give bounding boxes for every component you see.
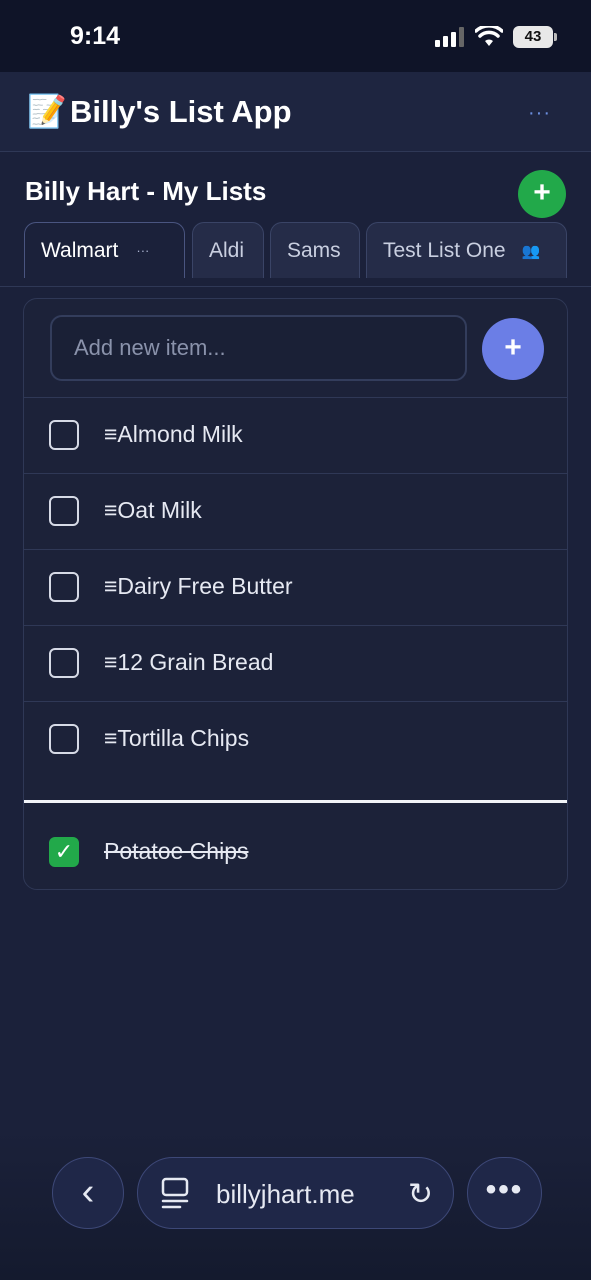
item-checkbox[interactable] (49, 496, 79, 526)
status-time: 9:14 (70, 22, 121, 50)
completed-item[interactable]: ✓ Potatoe Chips (24, 807, 567, 889)
wifi-icon (475, 26, 503, 46)
list-item[interactable]: ≡Dairy Free Butter (24, 550, 567, 626)
tabs-divider (0, 286, 591, 287)
memo-icon: 📝 (27, 93, 67, 129)
reload-icon[interactable]: ↻ (408, 1177, 433, 1212)
tab-label: Walmart (41, 238, 119, 262)
signal-icon (435, 27, 464, 47)
tab-sams[interactable]: Sams (270, 222, 360, 278)
tab-aldi[interactable]: Aldi (192, 222, 264, 278)
app-header: 📝 Billy's List App ··· (0, 72, 591, 152)
item-label: ≡12 Grain Bread (104, 649, 274, 675)
more-button[interactable]: ••• (467, 1157, 542, 1229)
list-card: + ≡Almond Milk ≡Oat Milk ≡Dairy Free But… (23, 298, 568, 890)
add-item-button[interactable]: + (482, 318, 544, 380)
item-checkbox[interactable] (49, 724, 79, 754)
tab-test-list-one[interactable]: Test List One 👥 (366, 222, 567, 278)
item-checkbox[interactable] (49, 420, 79, 450)
shared-people-icon: 👥 (521, 242, 541, 260)
item-label: ≡Tortilla Chips (104, 725, 250, 751)
tab-label: Test List One (383, 238, 506, 262)
completed-item-label: Potatoe Chips (104, 838, 249, 864)
item-label: ≡Dairy Free Butter (104, 573, 293, 599)
list-item[interactable]: ≡Tortilla Chips (24, 702, 567, 778)
tab-walmart[interactable]: Walmart ··· (24, 222, 185, 278)
tab-label: Sams (287, 238, 341, 262)
battery-icon: 43 (513, 26, 557, 48)
item-label: ≡Oat Milk (104, 497, 202, 523)
url-text: billyjhart.me (216, 1179, 355, 1209)
header-menu-button[interactable]: ··· (528, 102, 551, 125)
status-bar: 9:14 43 (0, 0, 591, 72)
url-bar[interactable]: billyjhart.me ↻ (137, 1157, 454, 1229)
item-checkbox[interactable] (49, 648, 79, 678)
tab-options-icon[interactable]: ··· (136, 243, 149, 258)
item-checkbox-checked[interactable]: ✓ (49, 837, 79, 867)
item-label: ≡Almond Milk (104, 421, 243, 447)
list-item[interactable]: ≡Almond Milk (24, 398, 567, 474)
new-item-input[interactable] (50, 315, 467, 381)
list-item[interactable]: ≡12 Grain Bread (24, 626, 567, 702)
lists-title: Billy Hart - My Lists (25, 176, 267, 206)
tab-label: Aldi (209, 238, 245, 262)
page-menu-icon[interactable] (160, 1177, 190, 1209)
list-item[interactable]: ≡Oat Milk (24, 474, 567, 550)
completed-divider (24, 800, 567, 803)
back-button[interactable]: ‹ (52, 1157, 124, 1229)
app-title: Billy's List App (70, 94, 292, 129)
item-checkbox[interactable] (49, 572, 79, 602)
add-list-button[interactable]: + (518, 170, 566, 218)
status-icons: 43 (435, 26, 557, 48)
list-tabs: Walmart ··· Aldi Sams Test List One 👥 (24, 222, 567, 278)
